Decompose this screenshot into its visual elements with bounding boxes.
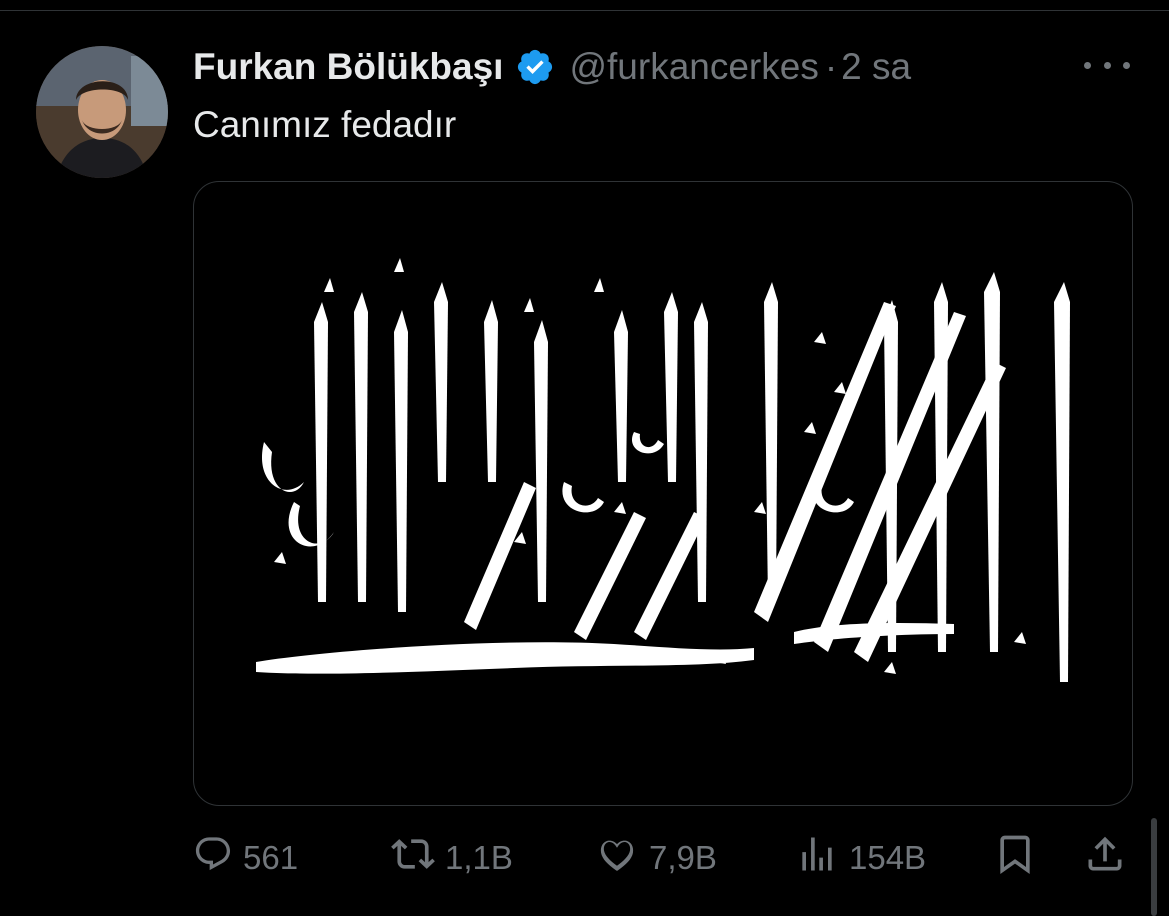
more-dot — [1103, 61, 1111, 69]
verified-badge-icon — [515, 47, 555, 87]
more-icon[interactable] — [1084, 52, 1130, 78]
heart-icon — [595, 832, 639, 884]
author-handle[interactable]: @furkancerkes — [569, 46, 818, 88]
tweet-actions-bar: 561 1,1B 7,9B 154B — [193, 830, 1139, 886]
more-dot — [1123, 61, 1130, 69]
author-name[interactable]: Furkan Bölükbaşı — [193, 46, 503, 88]
reply-count: 561 — [243, 839, 299, 876]
like-count: 7,9B — [649, 839, 717, 876]
avatar-photo — [36, 46, 168, 178]
timestamp[interactable]: 2 sa — [841, 46, 911, 88]
more-dot — [1084, 61, 1091, 69]
tweet-header: Furkan Bölükbaşı @furkancerkes · 2 sa — [193, 42, 911, 92]
reply-button[interactable]: 561 — [193, 830, 298, 886]
avatar[interactable] — [36, 46, 168, 178]
scrollbar[interactable] — [1151, 818, 1157, 916]
top-divider — [0, 10, 1169, 11]
reply-icon — [193, 834, 233, 882]
like-button[interactable]: 7,9B — [595, 830, 717, 886]
share-icon — [1083, 832, 1127, 884]
retweet-button[interactable]: 1,1B — [391, 830, 513, 886]
calligraphy-image — [256, 258, 1070, 682]
retweet-count: 1,1B — [445, 839, 513, 876]
analytics-icon — [795, 832, 839, 884]
retweet-icon — [391, 832, 435, 884]
bookmark-icon — [993, 832, 1037, 884]
separator-dot: · — [824, 46, 838, 87]
views-count: 154B — [849, 839, 927, 876]
tweet-text: Canımız fedadır — [193, 104, 457, 145]
bookmark-button[interactable] — [993, 830, 1037, 886]
views-button[interactable]: 154B — [795, 830, 926, 886]
share-button[interactable] — [1083, 830, 1127, 886]
tweet-media-image[interactable] — [193, 181, 1133, 806]
